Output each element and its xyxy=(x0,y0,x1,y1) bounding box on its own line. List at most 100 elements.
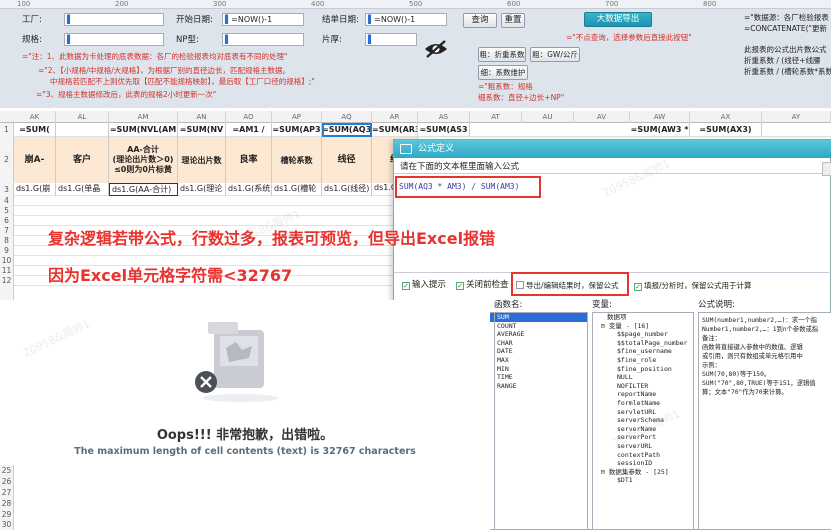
ruler-tick: 600 xyxy=(507,0,521,8)
header-cell[interactable]: 良率 xyxy=(226,137,272,183)
column-header[interactable]: AY xyxy=(762,111,831,123)
tree-leaf[interactable]: $fine_username xyxy=(593,347,693,356)
column-header[interactable]: AO xyxy=(226,111,272,123)
column-header[interactable]: AQ xyxy=(322,111,372,123)
function-item[interactable]: DATE xyxy=(495,347,587,356)
function-list[interactable]: SUM COUNT AVERAGE CHAR DATE MAX MIN TIME… xyxy=(494,312,588,530)
sheet-thickness-field[interactable]: ▌ xyxy=(365,33,417,46)
np-combo[interactable]: ▌ xyxy=(222,33,304,46)
check-before-close-checkbox[interactable]: ✓ 关闭前检查 xyxy=(456,280,509,291)
row-number: 8 xyxy=(0,236,14,246)
input-hint-checkbox[interactable]: ✓ 输入提示 xyxy=(402,280,446,291)
header-cell[interactable]: AA-合计 (理论出片数＞0) ≤0则为0片标黄 xyxy=(109,137,178,183)
function-item[interactable]: MIN xyxy=(495,365,587,374)
header-cell[interactable]: 槽轮系数 xyxy=(272,137,322,183)
reset-button[interactable]: 重置 xyxy=(501,13,525,28)
spec-combo[interactable]: ▌ xyxy=(64,33,164,46)
start-date-field[interactable]: ▌=NOW()-1 xyxy=(222,13,304,26)
tree-leaf[interactable]: $$page_number xyxy=(593,330,693,339)
formula-cell[interactable]: =SUM(AX3) xyxy=(690,123,762,137)
header-cell[interactable]: 理论出片数 xyxy=(178,137,226,183)
column-header[interactable]: AK xyxy=(14,111,56,123)
eye-slash-icon[interactable] xyxy=(424,40,448,58)
query-button[interactable]: 查询 xyxy=(463,13,497,28)
function-item[interactable]: MAX xyxy=(495,356,587,365)
tree-leaf[interactable]: $DT1 xyxy=(593,476,693,485)
error-message: The maximum length of cell contents (tex… xyxy=(74,446,416,457)
keep-formula-export-checkbox[interactable]: 导出/编辑结果时，保留公式 xyxy=(516,280,619,291)
formula-cell[interactable]: =SUM( xyxy=(14,123,56,137)
keep-formula-fill-checkbox[interactable]: ✓ 填报/分析时，保留公式用于计算 xyxy=(634,280,752,291)
formula-cell[interactable]: =SUM(AS3 xyxy=(418,123,470,137)
row-number: 10 xyxy=(0,256,14,266)
row-number: 11 xyxy=(0,266,14,276)
header-cell[interactable]: 线径 xyxy=(322,137,372,183)
column-header[interactable]: AL xyxy=(56,111,109,123)
column-header[interactable]: AR xyxy=(372,111,418,123)
data-cell[interactable]: ds1.G(AA-合计) xyxy=(109,183,178,196)
tree-leaf[interactable]: contextPath xyxy=(593,451,693,460)
column-header[interactable]: AN xyxy=(178,111,226,123)
formula-cell-selected[interactable]: =SUM(AQ3 xyxy=(322,123,372,137)
formula-cell[interactable]: =SUM(AP3 xyxy=(272,123,322,137)
formula-cell[interactable]: =SUM(NV xyxy=(178,123,226,137)
row-number: 26 xyxy=(0,476,14,487)
tree-node[interactable]: ⊟ 数据集参数 - [25] xyxy=(593,468,693,477)
data-cell[interactable]: ds1.G(单晶 xyxy=(56,183,109,196)
data-cell[interactable]: ds1.G(系统 xyxy=(226,183,272,196)
row-number: 25 xyxy=(0,465,14,476)
column-header[interactable]: AU xyxy=(522,111,574,123)
function-item[interactable]: SUM xyxy=(495,313,587,322)
column-header[interactable]: AT xyxy=(470,111,522,123)
coef2-button[interactable]: 粗：GW/公斤 xyxy=(530,47,580,62)
ruler-tick: 500 xyxy=(409,0,423,8)
formula-cell[interactable]: =SUM(AW3 * xyxy=(630,123,690,137)
column-header[interactable]: AP xyxy=(272,111,322,123)
tree-leaf[interactable]: reportName xyxy=(593,390,693,399)
column-header[interactable]: AV xyxy=(574,111,630,123)
tree-leaf[interactable]: NOFILTER xyxy=(593,382,693,391)
formula-cell[interactable]: =AM1 / xyxy=(226,123,272,137)
column-header[interactable]: AM xyxy=(109,111,178,123)
tree-node[interactable]: 数据项 xyxy=(593,313,693,322)
data-cell[interactable]: ds1.G(槽轮 xyxy=(272,183,322,196)
data-cell[interactable]: ds1.G(线径) xyxy=(322,183,372,196)
function-item[interactable]: RANGE xyxy=(495,382,587,391)
function-item[interactable]: AVERAGE xyxy=(495,330,587,339)
tree-leaf[interactable]: NULL xyxy=(593,373,693,382)
row-number: 3 xyxy=(0,183,14,196)
dialog-titlebar[interactable]: 公式定义 xyxy=(394,140,831,158)
tree-leaf[interactable]: sessionID xyxy=(593,459,693,468)
end-date-label: 结单日期: xyxy=(322,15,359,25)
tree-node[interactable]: ⊟ 变量 - [16] xyxy=(593,322,693,331)
tree-leaf[interactable]: $$totalPage_number xyxy=(593,339,693,348)
column-header[interactable]: AS xyxy=(418,111,470,123)
coef-maintenance-button[interactable]: 细：系数维护 xyxy=(478,65,528,80)
formula-cell[interactable] xyxy=(56,123,109,137)
function-item[interactable]: COUNT xyxy=(495,322,587,331)
tree-leaf[interactable]: $fine_role xyxy=(593,356,693,365)
coef-button[interactable]: 粗：折重系数 xyxy=(478,47,526,62)
end-date-field[interactable]: ▌=NOW()-1 xyxy=(365,13,447,26)
variables-label: 变量: xyxy=(592,300,612,310)
function-item[interactable]: TIME xyxy=(495,373,587,382)
tree-leaf[interactable]: $fine_position xyxy=(593,365,693,374)
formula-cell[interactable]: =SUM(AR3 xyxy=(372,123,418,137)
scrollbar[interactable] xyxy=(822,162,831,176)
data-cell[interactable]: ds1.G(崩 xyxy=(14,183,56,196)
factory-combo[interactable]: ▌ xyxy=(64,13,164,26)
formula-text[interactable]: SUM(AQ3 * AM3) / SUM(AM3) xyxy=(399,182,519,191)
column-header[interactable]: AW xyxy=(630,111,690,123)
formula-cell[interactable]: =SUM(NVL(AM xyxy=(109,123,178,137)
header-cell[interactable]: 崩A- xyxy=(14,137,56,183)
data-cell[interactable]: ds1.G(理论 xyxy=(178,183,226,196)
spec-hint-2: 细系数：直径+边长+NP" xyxy=(478,93,565,102)
column-header[interactable]: AX xyxy=(690,111,762,123)
description-label: 公式说明: xyxy=(698,300,735,310)
function-item[interactable]: CHAR xyxy=(495,339,587,348)
tree-leaf[interactable]: formletName xyxy=(593,399,693,408)
bigdata-export-button[interactable]: 大数据导出 xyxy=(584,12,652,27)
header-cell[interactable]: 客户 xyxy=(56,137,109,183)
tree-leaf[interactable]: serverURL xyxy=(593,442,693,451)
ruler-tick: 300 xyxy=(213,0,227,8)
